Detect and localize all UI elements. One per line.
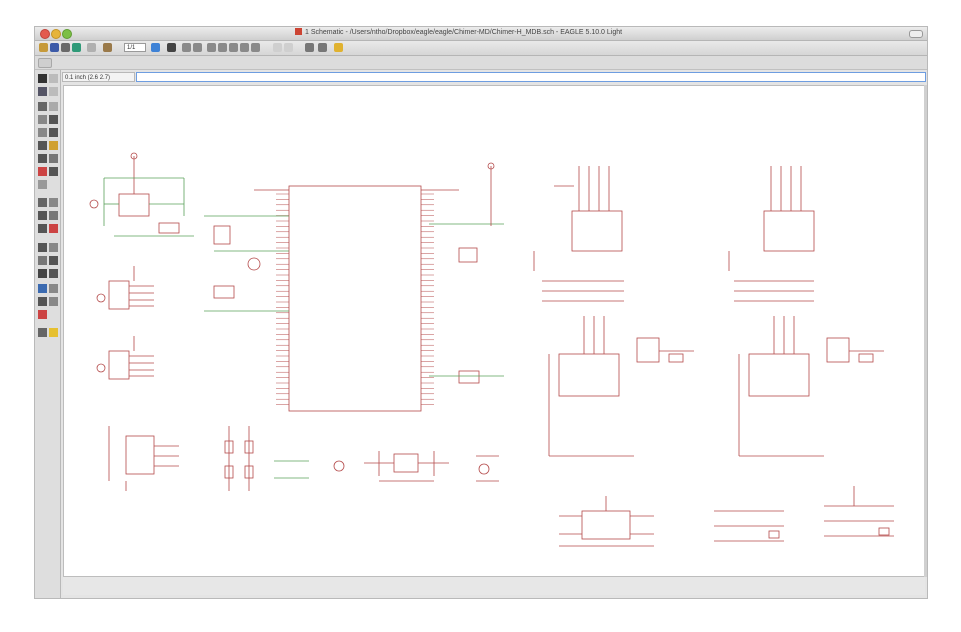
errors-icon[interactable] [38,328,47,337]
mcu-pins-left [276,193,289,405]
bus-icon[interactable] [49,269,58,278]
copy-icon[interactable] [49,102,58,111]
paste-icon[interactable] [38,141,47,150]
redraw-icon[interactable] [218,43,227,52]
title-bar: 1 Schematic - /Users/ntho/Dropbox/eagle/… [35,27,927,41]
document-icon [295,28,302,35]
open-icon[interactable] [39,43,48,52]
rotate-icon[interactable] [49,115,58,124]
driver-column-1 [533,166,694,457]
change-icon[interactable] [49,128,58,137]
mark-icon[interactable] [49,87,58,96]
arc-icon[interactable] [38,256,47,265]
eagle-window: 1 Schematic - /Users/ntho/Dropbox/eagle/… [34,26,928,599]
parameter-toolbar [35,56,927,70]
info-icon[interactable] [38,74,47,83]
delete-icon[interactable] [49,141,58,150]
layer-icon[interactable] [87,43,96,52]
connector-block-2 [96,336,154,380]
smash-icon[interactable] [49,198,58,207]
eye-icon[interactable] [167,43,176,52]
close-window-button[interactable] [40,29,50,39]
gateswap-icon[interactable] [49,167,58,176]
toolbar-toggle-button[interactable] [909,30,923,38]
coordinate-display: 0.1 inch (2.6 2.7) [62,72,135,82]
wire-icon[interactable] [49,224,58,233]
zoom-out-icon[interactable] [207,43,216,52]
status-bar [63,577,925,595]
schematic-canvas[interactable] [63,85,925,577]
main-toolbar: 1/1 [35,41,927,56]
display-icon[interactable] [38,87,47,96]
command-toolbar [35,70,61,598]
ulp-icon[interactable] [49,328,58,337]
zoom-area-icon[interactable] [251,43,260,52]
label-icon[interactable] [38,297,47,306]
go-icon[interactable] [318,43,327,52]
window-icon[interactable] [151,43,160,52]
group-icon[interactable] [38,128,47,137]
zoom-window-button[interactable] [62,29,72,39]
zoom-select-icon[interactable] [229,43,238,52]
regulator-block [364,451,499,482]
add-icon[interactable] [38,154,47,163]
zoom-fit-icon[interactable] [182,43,191,52]
bottom-right-circuits [714,486,894,542]
name-icon[interactable] [38,180,47,189]
circle-icon[interactable] [49,243,58,252]
driver-column-2 [728,166,884,457]
print-icon[interactable] [61,43,70,52]
value-icon[interactable] [38,198,47,207]
erc-icon[interactable] [38,310,47,319]
text-icon[interactable] [38,243,47,252]
power-block [89,152,194,237]
junction-icon[interactable] [49,284,58,293]
bottom-mid-connector [559,496,654,547]
bottom-left-connector [108,426,179,491]
stop-icon[interactable] [305,43,314,52]
connector-block-1 [96,266,154,310]
sheet-icon[interactable] [103,43,112,52]
redo-icon[interactable] [284,43,293,52]
schematic-drawing [89,152,894,547]
show-icon[interactable] [49,74,58,83]
split-icon[interactable] [49,211,58,220]
mcu-pins-right [421,193,434,405]
vertical-scrollbar[interactable] [924,85,927,577]
attribute-icon[interactable] [49,297,58,306]
minimize-window-button[interactable] [51,29,61,39]
save-icon[interactable] [50,43,59,52]
cam-icon[interactable] [72,43,81,52]
invoke-icon[interactable] [38,224,47,233]
polygon-icon[interactable] [38,269,47,278]
sheet-select[interactable]: 1/1 [124,43,146,52]
mcu-symbol [254,185,459,412]
parameter-button[interactable] [38,58,52,68]
replace-icon[interactable] [38,167,47,176]
rect-icon[interactable] [49,256,58,265]
zoom-in-icon[interactable] [193,43,202,52]
window-title: 1 Schematic - /Users/ntho/Dropbox/eagle/… [295,28,622,36]
net-icon[interactable] [38,284,47,293]
pinswap-icon[interactable] [49,154,58,163]
zoom-previous-icon[interactable] [240,43,249,52]
miter-icon[interactable] [38,211,47,220]
mirror-icon[interactable] [38,115,47,124]
command-line-input[interactable] [136,72,926,82]
undo-icon[interactable] [273,43,282,52]
header-block [429,162,504,384]
bottom-resistors [224,426,345,491]
move-icon[interactable] [38,102,47,111]
window-title-text: 1 Schematic - /Users/ntho/Dropbox/eagle/… [305,29,623,36]
help-icon[interactable] [334,43,343,52]
